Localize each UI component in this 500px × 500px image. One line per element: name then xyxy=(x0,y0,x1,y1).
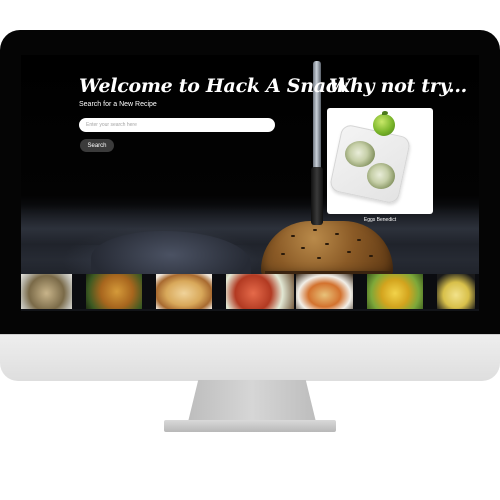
recipe-thumbnail-strip xyxy=(21,274,479,309)
monitor-chin xyxy=(0,334,500,381)
lime-image xyxy=(373,114,395,136)
monitor-stand-neck xyxy=(188,380,316,422)
suggestion-title: Why not try... xyxy=(329,75,467,97)
hero-title: Welcome to Hack A Snack xyxy=(79,75,350,97)
knife-handle xyxy=(311,167,323,225)
plate-image xyxy=(328,123,412,205)
recipe-thumbnail[interactable] xyxy=(86,274,142,309)
web-page-screen: Welcome to Hack A Snack Search for a New… xyxy=(21,55,479,311)
search-input[interactable] xyxy=(79,118,275,132)
search-subtitle: Search for a New Recipe xyxy=(79,101,157,108)
recipe-thumbnail[interactable] xyxy=(437,274,475,309)
monitor-stand-base xyxy=(164,420,336,432)
suggestion-image-card[interactable] xyxy=(327,108,433,214)
egg-image xyxy=(345,141,375,167)
search-button[interactable]: Search xyxy=(80,139,114,152)
recipe-thumbnail[interactable] xyxy=(156,274,212,309)
recipe-thumbnail[interactable] xyxy=(296,274,353,309)
suggestion-caption[interactable]: Eggs Benedict xyxy=(327,217,433,223)
recipe-thumbnail[interactable] xyxy=(21,274,72,309)
recipe-thumbnail[interactable] xyxy=(367,274,423,309)
recipe-thumbnail[interactable] xyxy=(226,274,294,309)
lime-leaf xyxy=(382,111,388,115)
egg-image xyxy=(367,163,395,189)
